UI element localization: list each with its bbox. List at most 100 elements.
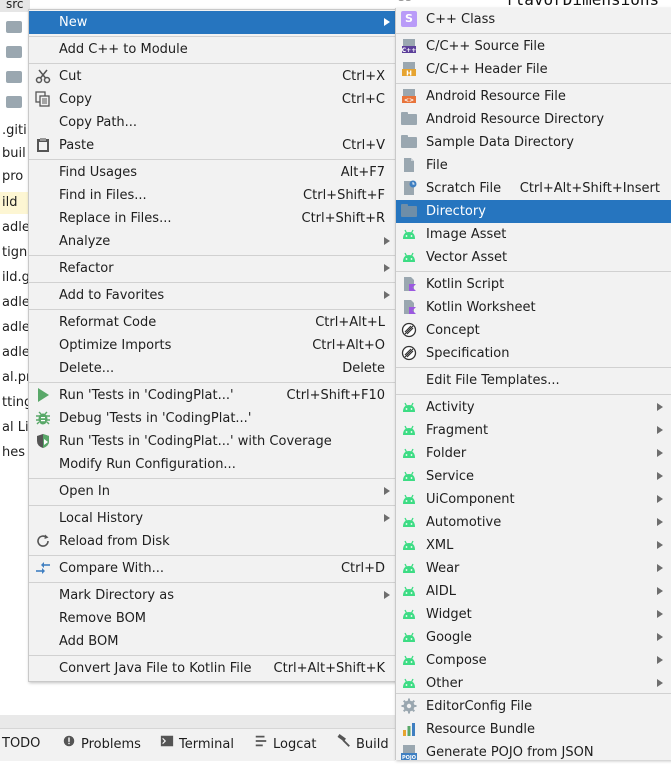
menu-item-analyze[interactable]: Analyze (29, 230, 396, 253)
tree-item[interactable]: al.pr (0, 367, 30, 389)
menu-item-reformat-code[interactable]: Reformat Code Ctrl+Alt+L (29, 311, 396, 334)
submenu-arrow-icon (657, 564, 663, 572)
menu-item-local-history[interactable]: Local History (29, 507, 396, 530)
submenu-item-resource-bundle[interactable]: Resource Bundle (396, 718, 671, 741)
android-icon (401, 468, 417, 484)
submenu-arrow-icon (657, 518, 663, 526)
tree-item[interactable]: buil (0, 143, 30, 165)
menu-item-modify-run-configuration[interactable]: Modify Run Configuration... (29, 453, 396, 476)
submenu-item-concept[interactable]: Concept (396, 319, 671, 342)
submenu-item-file[interactable]: File (396, 154, 671, 177)
menu-item-cut[interactable]: Cut Ctrl+X (29, 65, 396, 88)
submenu-item-wear[interactable]: Wear (396, 557, 671, 580)
menu-item-paste[interactable]: Paste Ctrl+V (29, 134, 396, 157)
tool-window-todo[interactable]: TODO (2, 734, 40, 754)
tree-item[interactable]: adle (0, 217, 30, 239)
submenu-item-uicomponent[interactable]: UiComponent (396, 488, 671, 511)
tree-item[interactable]: adlew (0, 342, 30, 364)
submenu-item-editorconfig-file[interactable]: EditorConfig File (396, 695, 671, 718)
submenu-item-automotive[interactable]: Automotive (396, 511, 671, 534)
tree-item[interactable]: ild (0, 192, 30, 214)
tree-item[interactable]: tigno (0, 242, 30, 264)
menu-item-add-bom[interactable]: Add BOM (29, 630, 396, 653)
menu-item-compare-with[interactable]: Compare With... Ctrl+D (29, 557, 396, 580)
menu-item-open-in[interactable]: Open In (29, 480, 396, 503)
tree-item[interactable] (0, 41, 30, 63)
submenu-item-c-c-source-file[interactable]: C++ C/C++ Source File (396, 35, 671, 58)
menu-item-convert-java-file-to-kotlin-file[interactable]: Convert Java File to Kotlin File Ctrl+Alt… (29, 657, 396, 680)
menu-item-delete[interactable]: Delete... Delete (29, 357, 396, 380)
project-tree: .giti buil pro ild adle tigno ild.gr adle. adlew… (0, 0, 30, 715)
tree-item[interactable]: al Lil (0, 417, 30, 439)
submenu-item-widget[interactable]: Widget (396, 603, 671, 626)
menu-item-find-in-files[interactable]: Find in Files... Ctrl+Shift+F (29, 184, 396, 207)
tool-window-label: Problems (81, 737, 141, 752)
submenu-item-android-resource-file[interactable]: <> Android Resource File (396, 85, 671, 108)
tree-item[interactable]: ttings (0, 392, 30, 414)
submenu-item-c-class[interactable]: S C++ Class (396, 8, 671, 31)
submenu-item-folder[interactable]: Folder (396, 442, 671, 465)
tree-item[interactable]: pro (0, 166, 30, 188)
submenu-item-label: Kotlin Worksheet (426, 300, 536, 315)
tree-item[interactable]: adlew (0, 317, 30, 339)
tool-window-terminal[interactable]: Terminal (160, 734, 234, 754)
menu-item-copy-path[interactable]: Copy Path... (29, 111, 396, 134)
tree-item-label: adle. (2, 295, 30, 310)
submenu-item-service[interactable]: Service (396, 465, 671, 488)
tree-item[interactable]: adle. (0, 292, 30, 314)
menu-separator (29, 382, 396, 383)
menu-separator (29, 505, 396, 506)
submenu-item-generate-pojo-from-json[interactable]: POJO Generate POJO from JSON (396, 741, 671, 764)
submenu-item-specification[interactable]: Specification (396, 342, 671, 365)
menu-item-copy[interactable]: Copy Ctrl+C (29, 88, 396, 111)
menu-item-refactor[interactable]: Refactor (29, 257, 396, 280)
menu-item-run-tests-in-codingplat-with-coverage[interactable]: Run 'Tests in 'CodingPlat...' with Cover… (29, 430, 396, 453)
tool-window-build[interactable]: Build (337, 734, 389, 754)
menu-item-label: Find Usages (59, 165, 138, 180)
submenu-item-activity[interactable]: Activity (396, 396, 671, 419)
menu-item-optimize-imports[interactable]: Optimize Imports Ctrl+Alt+O (29, 334, 396, 357)
tree-item[interactable] (0, 66, 30, 88)
submenu-item-xml[interactable]: XML (396, 534, 671, 557)
submenu-item-vector-asset[interactable]: Vector Asset (396, 246, 671, 269)
submenu-item-image-asset[interactable]: Image Asset (396, 223, 671, 246)
submenu-item-directory[interactable]: Directory (396, 200, 671, 223)
tool-window-problems[interactable]: Problems (62, 734, 141, 754)
menu-item-new[interactable]: New (29, 11, 396, 34)
menu-item-remove-bom[interactable]: Remove BOM (29, 607, 396, 630)
tree-item[interactable] (0, 91, 30, 113)
submenu-item-edit-file-templates[interactable]: Edit File Templates... (396, 369, 671, 392)
menu-item-reload-from-disk[interactable]: Reload from Disk (29, 530, 396, 553)
submenu-item-fragment[interactable]: Fragment (396, 419, 671, 442)
menu-item-find-usages[interactable]: Find Usages Alt+F7 (29, 161, 396, 184)
menu-item-label: Delete... (59, 361, 115, 376)
submenu-item-sample-data-directory[interactable]: Sample Data Directory (396, 131, 671, 154)
tree-item[interactable]: hes (0, 442, 30, 464)
menu-item-label: Refactor (59, 261, 114, 276)
menu-separator (29, 655, 396, 656)
menu-item-replace-in-files[interactable]: Replace in Files... Ctrl+Shift+R (29, 207, 396, 230)
submenu-item-other[interactable]: Other (396, 672, 671, 695)
tree-item[interactable]: ild.gr (0, 267, 30, 289)
tree-item[interactable] (0, 16, 30, 38)
submenu-item-google[interactable]: Google (396, 626, 671, 649)
submenu-item-label: C/C++ Source File (426, 39, 545, 54)
submenu-item-kotlin-worksheet[interactable]: Kotlin Worksheet (396, 296, 671, 319)
submenu-item-c-c-header-file[interactable]: H C/C++ Header File (396, 58, 671, 81)
menu-item-add-c-to-module[interactable]: Add C++ to Module (29, 38, 396, 61)
submenu-item-label: Widget (426, 607, 472, 622)
menu-item-debug-tests-in-codingplat[interactable]: Debug 'Tests in 'CodingPlat...' (29, 407, 396, 430)
submenu-item-android-resource-directory[interactable]: Android Resource Directory (396, 108, 671, 131)
tree-item[interactable]: .giti (0, 120, 30, 142)
menu-item-mark-directory-as[interactable]: Mark Directory as (29, 584, 396, 607)
menu-item-run-tests-in-codingplat[interactable]: Run 'Tests in 'CodingPlat...' Ctrl+Shift+… (29, 384, 396, 407)
submenu-item-aidl[interactable]: AIDL (396, 580, 671, 603)
submenu-item-label: Android Resource Directory (426, 112, 605, 127)
folder-icon (401, 134, 417, 150)
android-icon (401, 445, 417, 461)
submenu-item-scratch-file[interactable]: Scratch File Ctrl+Alt+Shift+Insert (396, 177, 671, 200)
submenu-item-compose[interactable]: Compose (396, 649, 671, 672)
submenu-item-kotlin-script[interactable]: Kotlin Script (396, 273, 671, 296)
tool-window-logcat[interactable]: Logcat (254, 734, 316, 754)
menu-item-add-to-favorites[interactable]: Add to Favorites (29, 284, 396, 307)
